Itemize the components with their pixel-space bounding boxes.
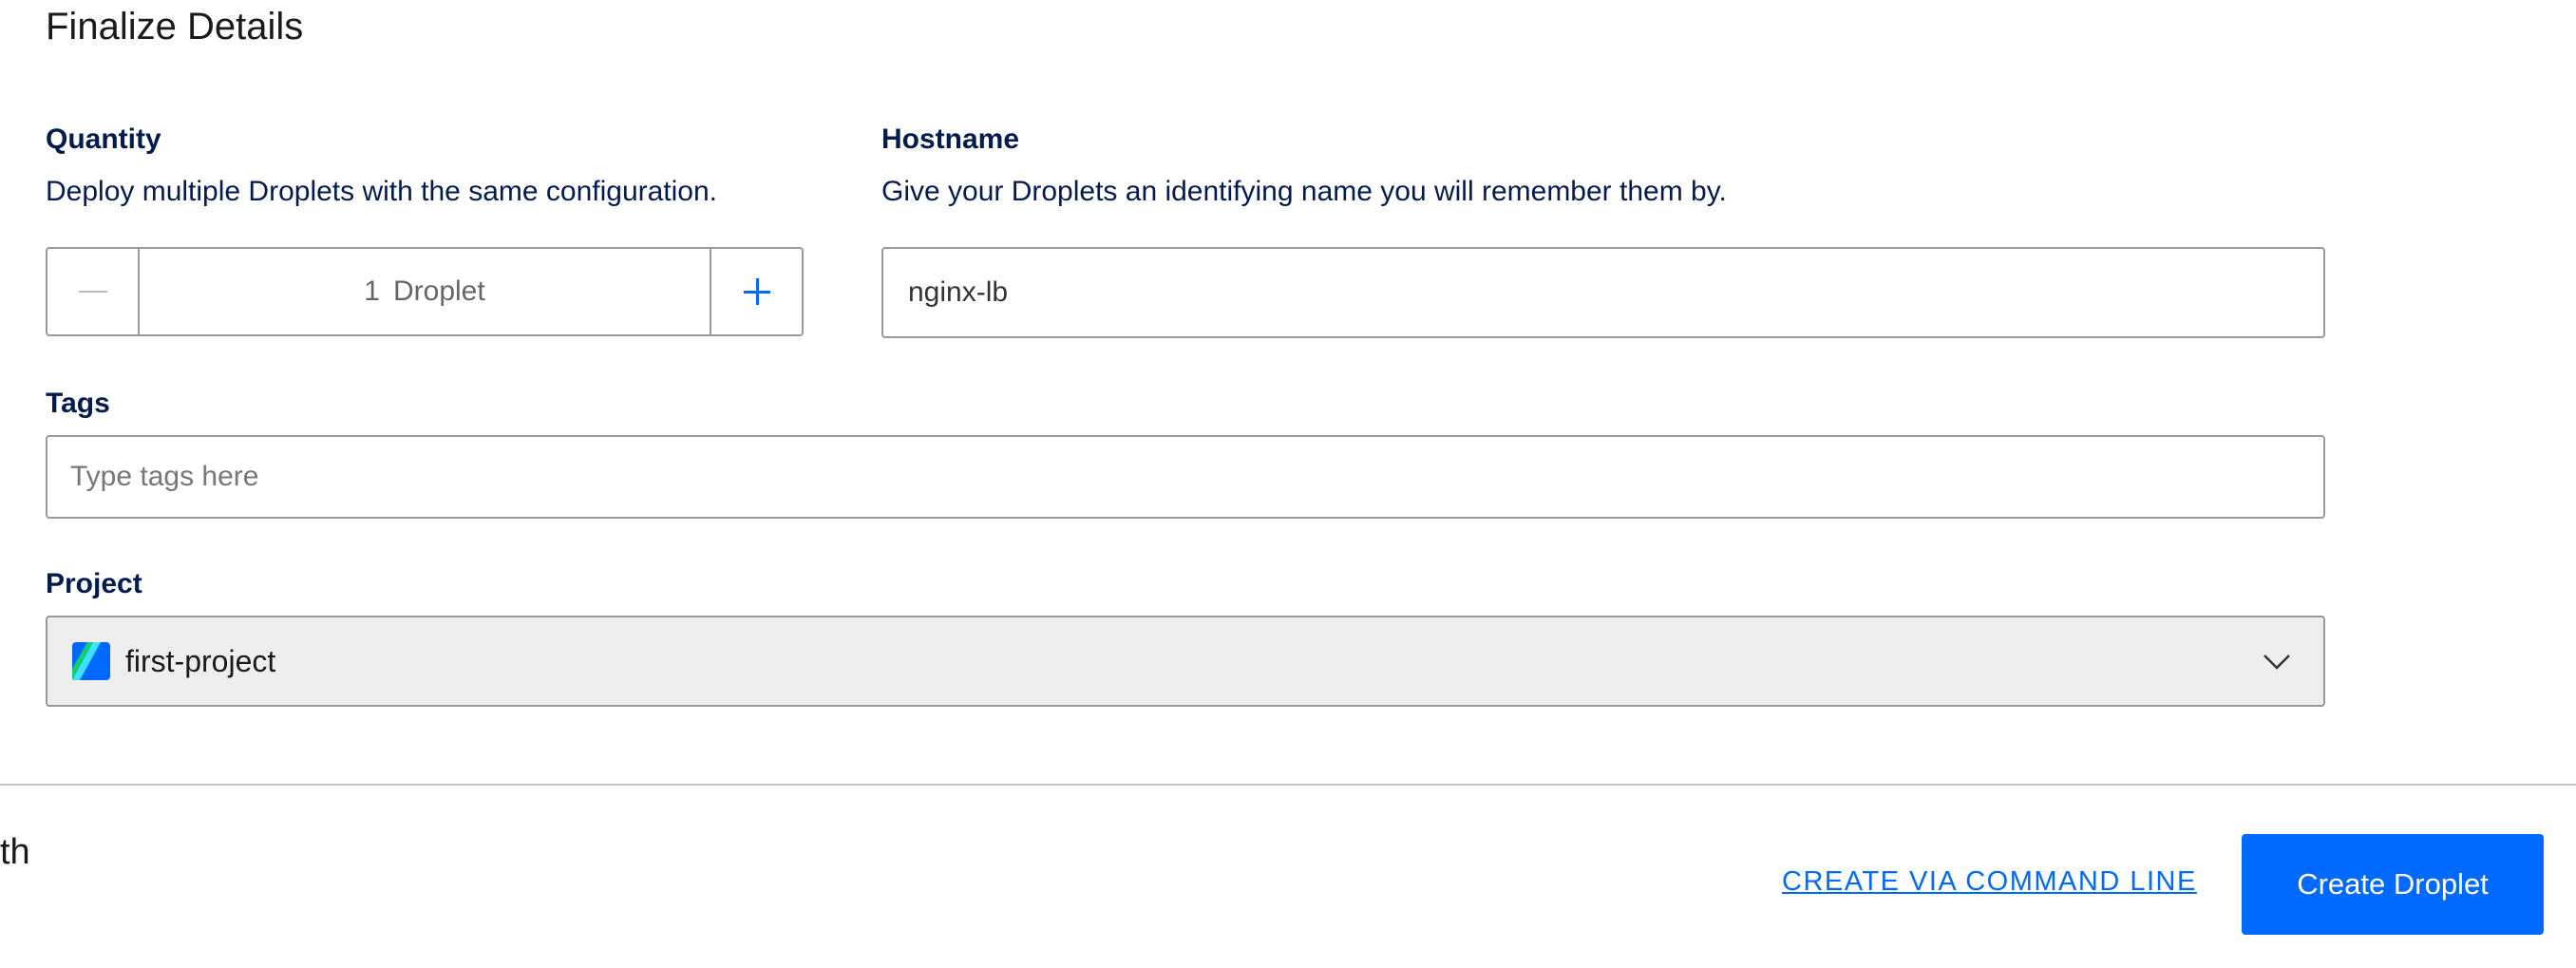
partial-summary-text: th [0, 832, 30, 872]
quantity-value: 1 [364, 275, 380, 307]
hostname-label: Hostname [881, 123, 1020, 155]
quantity-stepper[interactable]: 1 Droplet [46, 247, 804, 336]
tags-input[interactable] [46, 435, 2325, 519]
plus-icon [743, 278, 770, 305]
quantity-unit: Droplet [392, 275, 485, 307]
increment-button[interactable] [710, 249, 802, 334]
quantity-value-display: 1 Droplet [140, 249, 710, 334]
project-label: Project [46, 568, 142, 599]
section-title: Finalize Details [46, 6, 304, 47]
decrement-button[interactable] [47, 249, 140, 334]
hostname-input[interactable] [881, 247, 2325, 338]
project-icon [72, 642, 110, 680]
quantity-label: Quantity [46, 123, 161, 155]
minus-icon [78, 291, 107, 293]
quantity-description: Deploy multiple Droplets with the same c… [46, 176, 718, 207]
chevron-down-icon [2263, 655, 2290, 670]
project-selected-value: first-project [125, 643, 276, 678]
create-droplet-button[interactable]: Create Droplet [2242, 834, 2544, 935]
hostname-description: Give your Droplets an identifying name y… [881, 176, 1727, 207]
divider [0, 784, 2576, 786]
tags-label: Tags [46, 388, 110, 419]
project-select[interactable]: first-project [46, 616, 2325, 707]
create-via-command-line-link[interactable]: CREATE VIA COMMAND LINE [1782, 866, 2197, 898]
